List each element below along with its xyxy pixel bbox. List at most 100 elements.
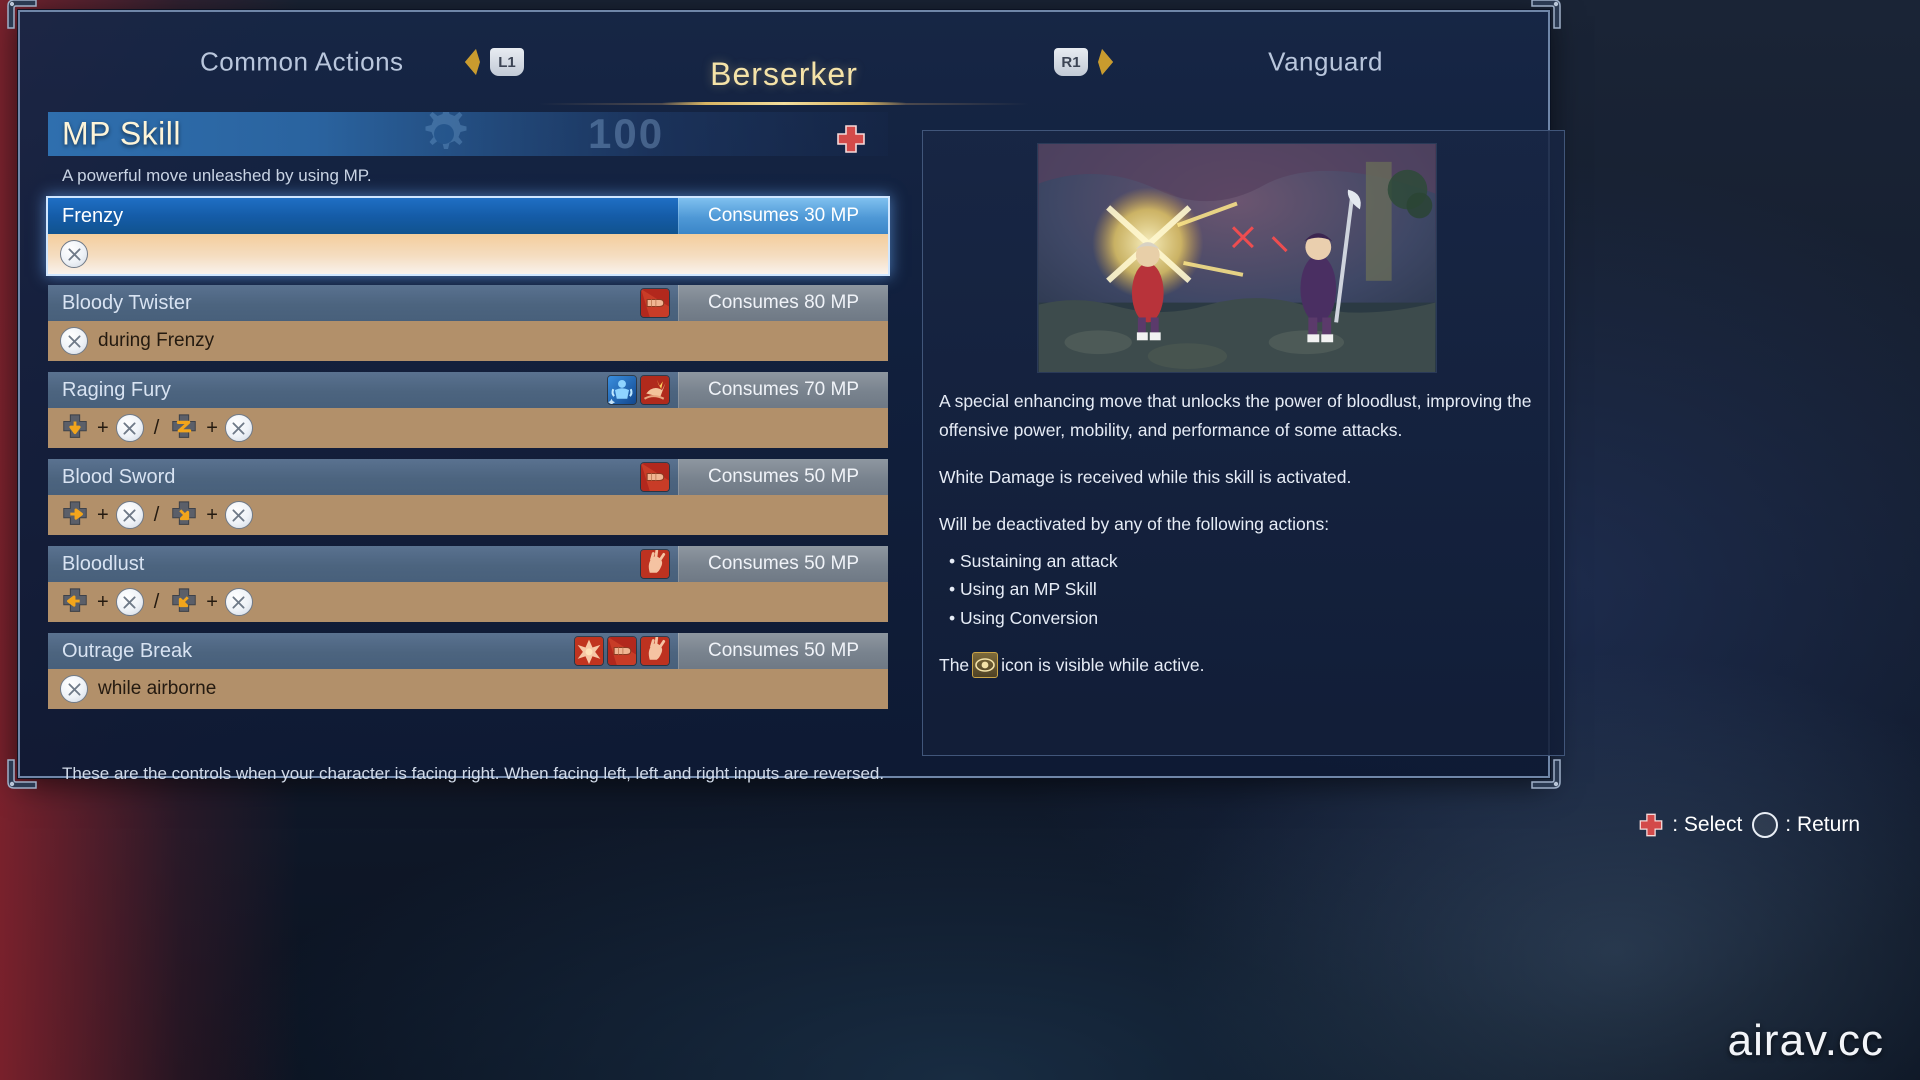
tab-vanguard[interactable]: Vanguard bbox=[1268, 47, 1383, 78]
command-condition-text: while airborne bbox=[98, 678, 217, 699]
list-item: • Sustaining an attack bbox=[949, 550, 1118, 571]
x-button-icon bbox=[115, 501, 144, 529]
plus-separator: + bbox=[97, 590, 109, 613]
skill-command-input bbox=[48, 234, 888, 274]
prev-tab-bumper[interactable]: L1 bbox=[460, 47, 524, 77]
skill-header: Bloody Twister Consumes 80 MP bbox=[48, 285, 888, 321]
skill-row[interactable]: Bloody Twister Consumes 80 MP during Frenz… bbox=[48, 285, 888, 361]
button-prompts: : Select : Return bbox=[1637, 812, 1860, 838]
skill-row[interactable]: Raging Fury Consumes 70 MP + / + bbox=[48, 372, 888, 448]
skill-name: Bloodlust bbox=[48, 546, 640, 582]
prompt-return[interactable]: : Return bbox=[1752, 812, 1860, 838]
skill-row[interactable]: Outrage Break Consumes 50 MP while airborn… bbox=[48, 633, 888, 709]
dpad-downright-icon bbox=[169, 500, 199, 530]
prompt-select-label: : Select bbox=[1672, 813, 1743, 836]
skill-attribute-icons bbox=[574, 633, 678, 669]
skill-attribute-icons bbox=[640, 285, 678, 321]
section-header: 100 MP Skill bbox=[48, 112, 888, 156]
skill-header: Bloodlust Consumes 50 MP bbox=[48, 546, 888, 582]
tab-berserker-label: Berserker bbox=[710, 56, 858, 92]
skill-preview-image bbox=[1037, 143, 1437, 373]
skill-header: Frenzy Consumes 30 MP bbox=[48, 198, 888, 234]
skill-list: Frenzy Consumes 30 MP Bloody Twister Consum… bbox=[48, 198, 888, 709]
dpad-left-icon bbox=[60, 587, 90, 617]
controls-note: These are the controls when your charact… bbox=[62, 764, 885, 783]
tab-underline-active bbox=[662, 102, 906, 105]
command-condition-text: during Frenzy bbox=[98, 330, 215, 351]
dpad-downleft-icon bbox=[169, 587, 199, 617]
l1-key-label: L1 bbox=[490, 48, 524, 76]
skill-name: Bloody Twister bbox=[48, 285, 640, 321]
description-paragraph: Will be deactivated by any of the follow… bbox=[939, 513, 1330, 534]
x-button-icon bbox=[115, 588, 144, 616]
plus-separator: + bbox=[97, 503, 109, 526]
description-paragraph: White Damage is received while this skil… bbox=[939, 466, 1352, 487]
skill-mp-cost: Consumes 80 MP bbox=[678, 285, 888, 321]
prompt-select[interactable]: : Select bbox=[1637, 812, 1742, 838]
frenzy-status-icon bbox=[972, 652, 999, 679]
skill-mp-cost: Consumes 30 MP bbox=[678, 198, 888, 234]
skill-attribute-icons bbox=[640, 546, 678, 582]
red-claw-icon bbox=[640, 549, 670, 579]
skill-header: Outrage Break Consumes 50 MP bbox=[48, 633, 888, 669]
deactivation-list: • Sustaining an attack • Using an MP Skil… bbox=[939, 547, 1548, 634]
skill-name: Frenzy bbox=[48, 198, 670, 234]
slash-separator: / bbox=[153, 590, 160, 613]
chevron-right-icon bbox=[1098, 49, 1113, 75]
skill-attribute-icons bbox=[670, 198, 678, 234]
dpad-right-icon bbox=[60, 500, 90, 530]
menu-frame: Common Actions L1 Berserker R1 Vanguard bbox=[7, 0, 1565, 789]
skill-name: Outrage Break bbox=[48, 633, 574, 669]
gear-icon bbox=[425, 112, 467, 149]
dpad-z-icon bbox=[169, 413, 199, 443]
skill-header: Blood Sword Consumes 50 MP bbox=[48, 459, 888, 495]
red-claw-icon bbox=[640, 636, 670, 666]
blue-buff-icon bbox=[607, 375, 637, 405]
skill-mp-cost: Consumes 50 MP bbox=[678, 459, 888, 495]
skill-mp-cost: Consumes 50 MP bbox=[678, 633, 888, 669]
skill-header: Raging Fury Consumes 70 MP bbox=[48, 372, 888, 408]
x-button-icon bbox=[224, 414, 253, 442]
section-subtitle: A powerful move unleashed by using MP. bbox=[62, 166, 372, 185]
plus-separator: + bbox=[206, 503, 218, 526]
slash-separator: / bbox=[153, 503, 160, 526]
skill-mp-cost: Consumes 70 MP bbox=[678, 372, 888, 408]
skill-command-input: + / + bbox=[48, 408, 888, 448]
skill-row[interactable]: Blood Sword Consumes 50 MP + / + bbox=[48, 459, 888, 535]
prompt-return-label: : Return bbox=[1785, 813, 1860, 836]
skill-command-input: + / + bbox=[48, 582, 888, 622]
skill-description: A special enhancing move that unlocks th… bbox=[939, 387, 1548, 698]
tab-berserker[interactable]: Berserker bbox=[710, 56, 858, 93]
skill-name: Blood Sword bbox=[48, 459, 640, 495]
section-bg-number: 100 bbox=[588, 112, 665, 156]
dpad-down-icon bbox=[60, 413, 90, 443]
skill-attribute-icons bbox=[640, 459, 678, 495]
list-item: • Using an MP Skill bbox=[949, 579, 1097, 600]
x-button-icon bbox=[224, 588, 253, 616]
red-fist-icon bbox=[607, 636, 637, 666]
skill-attribute-icons bbox=[607, 372, 678, 408]
plus-separator: + bbox=[206, 590, 218, 613]
class-tab-bar: Common Actions L1 Berserker R1 Vanguard bbox=[20, 12, 1548, 105]
tab-common-actions[interactable]: Common Actions bbox=[200, 47, 404, 78]
red-fist-icon bbox=[640, 288, 670, 318]
skill-row[interactable]: Frenzy Consumes 30 MP bbox=[48, 198, 888, 274]
skill-detail-panel: A special enhancing move that unlocks th… bbox=[922, 130, 1565, 756]
page-title: MP Skill bbox=[62, 115, 181, 152]
skill-row[interactable]: Bloodlust Consumes 50 MP + / + bbox=[48, 546, 888, 622]
x-button-icon bbox=[60, 675, 88, 703]
x-button-icon bbox=[60, 327, 88, 355]
skill-mp-cost: Consumes 50 MP bbox=[678, 546, 888, 582]
watermark: airav.cc bbox=[1727, 1016, 1884, 1065]
plus-separator: + bbox=[206, 416, 218, 439]
red-burst-icon bbox=[574, 636, 604, 666]
skill-command-input: + / + bbox=[48, 495, 888, 535]
red-strike-icon bbox=[640, 375, 670, 405]
circle-button-icon bbox=[1752, 812, 1779, 838]
plus-separator: + bbox=[97, 416, 109, 439]
skill-command-input: during Frenzy bbox=[48, 321, 888, 361]
skill-name: Raging Fury bbox=[48, 372, 607, 408]
dpad-icon bbox=[1639, 813, 1663, 837]
next-tab-bumper[interactable]: R1 bbox=[1054, 47, 1118, 77]
slash-separator: / bbox=[153, 416, 160, 439]
